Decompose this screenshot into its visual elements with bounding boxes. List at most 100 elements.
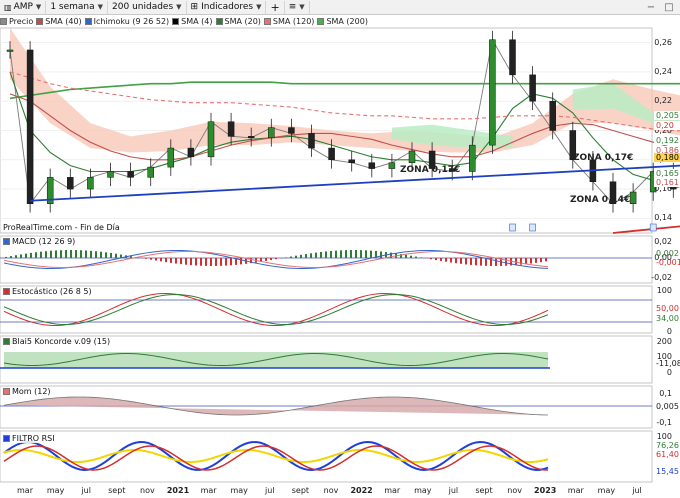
candle-body — [629, 191, 637, 204]
candle-body — [107, 171, 114, 178]
time-tick: 2022 — [350, 486, 373, 495]
event-marker-icon — [649, 223, 657, 232]
legend-item[interactable]: SMA (120) — [263, 17, 315, 26]
candle-body — [288, 127, 295, 134]
blai5-tick: 0 — [666, 368, 672, 377]
time-tick: sept — [475, 486, 493, 495]
annotation-zona-014: ZONA 0,14€ — [570, 195, 631, 205]
candle-body — [207, 121, 215, 158]
legend-item[interactable]: Ichimoku (9 26 52) — [84, 17, 170, 26]
price-value-tag: 0,192 — [654, 136, 680, 145]
mom-tick: -0,1 — [656, 418, 672, 427]
legend-label: SMA (4) — [181, 17, 213, 26]
price-tick: 0,14 — [654, 213, 672, 223]
time-tick: nov — [323, 486, 339, 495]
legend-label: SMA (40) — [45, 17, 82, 26]
macd-label-text: MACD (12 26 9) — [12, 237, 76, 246]
candle-body — [227, 121, 235, 137]
legend-label: Precio — [9, 17, 34, 26]
time-tick: sept — [108, 486, 126, 495]
legend-swatch-icon — [263, 18, 271, 25]
stoch-value-tag: 50,00 — [656, 304, 679, 313]
rsi-value-tag: 76,26 — [656, 441, 679, 450]
candle-body — [509, 39, 516, 76]
panel-frame — [0, 430, 653, 483]
candle-body — [6, 49, 14, 52]
candle-body — [247, 136, 255, 139]
stoch-tick: 0 — [666, 327, 672, 336]
candle-body — [348, 159, 355, 163]
annotation-zona-017-left: ZONA 0,17€ — [400, 165, 461, 175]
time-tick: mar — [17, 486, 33, 495]
macd-swatch-icon — [3, 238, 10, 245]
price-value-tag: 0,165 — [654, 169, 680, 178]
price-value-tag: 0,205 — [654, 111, 680, 120]
time-tick: 2023 — [534, 486, 557, 495]
time-tick: 2021 — [166, 486, 190, 495]
legend-label: SMA (200) — [326, 17, 368, 26]
rsi-tick: 100 — [656, 432, 672, 441]
time-tick: may — [597, 486, 616, 495]
macd-label: MACD (12 26 9) — [1, 237, 78, 246]
blai5-label-text: Blai5 Koncorde v.09 (15) — [12, 337, 111, 346]
rsi-label: FILTRO RSI — [1, 434, 57, 443]
price-value-tag: 0,20 — [654, 121, 680, 130]
candle-body — [408, 150, 416, 163]
rsi-label-text: FILTRO RSI — [12, 434, 55, 443]
candle-body — [87, 177, 94, 190]
mom-value-tag: 0,005 — [656, 402, 679, 411]
rsi-value-tag: 61,40 — [656, 450, 679, 459]
time-tick: sept — [291, 486, 310, 495]
price-tick: 0,24 — [654, 66, 672, 76]
chart-canvas[interactable] — [0, 0, 680, 498]
mom-swatch-icon — [3, 388, 10, 395]
legend-item[interactable]: SMA (200) — [317, 17, 368, 26]
panel-frame — [0, 235, 653, 284]
candle-body — [127, 171, 134, 178]
candle-body — [26, 49, 34, 204]
legend-label: SMA (120) — [272, 17, 315, 26]
candle-body — [469, 144, 476, 172]
price-value-tag: 0,161 — [654, 178, 680, 187]
stoch-tick: 100 — [656, 286, 672, 295]
macd-tick: 0,02 — [654, 237, 672, 246]
blai5-area — [4, 352, 548, 368]
price-tick: 0,22 — [654, 96, 672, 106]
legend-label: Ichimoku (9 26 52) — [93, 17, 170, 26]
rsi-value-tag: 15,45 — [656, 467, 679, 476]
legend-item[interactable]: Precio — [0, 17, 33, 26]
legend-item[interactable]: SMA (40) — [36, 17, 82, 26]
time-tick: mar — [200, 486, 217, 495]
macd-tick: -0,02 — [651, 273, 672, 282]
time-tick: nov — [140, 486, 155, 495]
blai5-tick: 200 — [656, 337, 672, 346]
stoch-label: Estocástico (26 8 5) — [1, 287, 94, 296]
mom-label: Mom (12) — [1, 387, 53, 396]
blai5-value-tag: -11,08 — [656, 359, 680, 368]
time-tick: jul — [448, 486, 459, 495]
time-tick: may — [46, 486, 65, 495]
time-tick: may — [230, 486, 248, 495]
candle-body — [268, 127, 275, 139]
candle-body — [187, 147, 195, 158]
macd-value-tag: -0,001 — [656, 258, 680, 267]
time-tick: jul — [265, 486, 275, 495]
legend-swatch-icon — [172, 18, 180, 25]
price-value-tag: 0,180 — [654, 153, 680, 162]
price-legend: Precio SMA (40) Ichimoku (9 26 52) SMA (4) S… — [0, 15, 371, 28]
legend-swatch-icon — [317, 18, 325, 25]
candle-body — [67, 177, 74, 190]
legend-label: SMA (20) — [224, 17, 261, 26]
macd-value-tag: 0,002 — [656, 249, 679, 258]
candle-body — [368, 162, 376, 169]
legend-item[interactable]: SMA (20) — [215, 17, 261, 26]
legend-item[interactable]: SMA (4) — [172, 17, 213, 26]
time-tick: jul — [632, 486, 642, 495]
event-marker-icon — [529, 223, 536, 232]
candle-body — [549, 100, 556, 131]
stoch-value-tag: 34,00 — [656, 314, 679, 323]
time-tick: mar — [384, 486, 401, 495]
legend-swatch-icon — [0, 18, 7, 25]
candle-body — [388, 162, 396, 169]
time-tick: nov — [507, 486, 522, 495]
